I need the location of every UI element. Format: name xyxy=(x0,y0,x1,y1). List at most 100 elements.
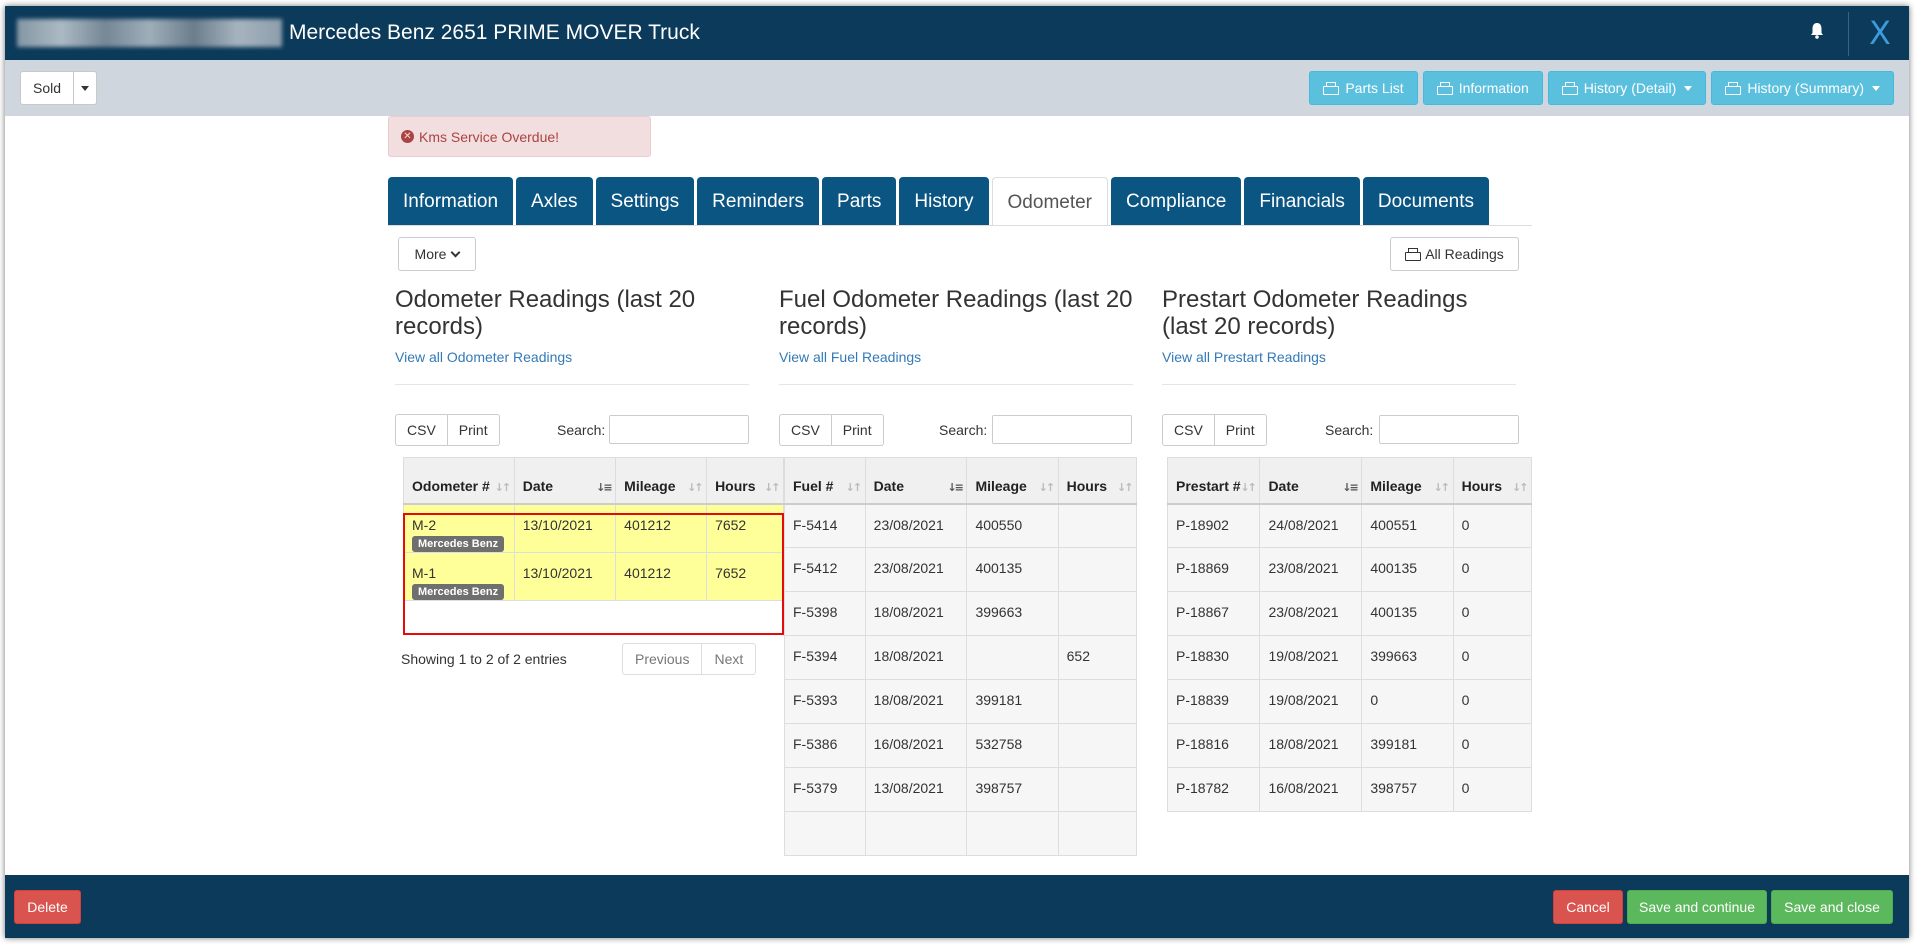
save-and-close-button[interactable]: Save and close xyxy=(1771,890,1893,924)
cell-value: 13/10/2021 xyxy=(522,564,593,581)
cell-value: F-5414 xyxy=(793,516,838,533)
tab-documents[interactable]: Documents xyxy=(1362,177,1489,226)
tab-odometer[interactable]: Odometer xyxy=(991,177,1109,226)
table-row[interactable]: F-5394 18/08/2021 652 xyxy=(784,635,1138,680)
cell-value: 652 xyxy=(1066,648,1090,664)
table-cell-date: 13/08/2021 xyxy=(864,767,968,812)
csv-button[interactable]: CSV xyxy=(1162,414,1215,446)
tab-compliance[interactable]: Compliance xyxy=(1111,177,1242,226)
button-label: History (Detail) xyxy=(1583,80,1677,96)
column-header-fuel[interactable]: Fuel # ↓↑ xyxy=(784,457,866,505)
table-cell-mileage: 399663 xyxy=(1361,635,1454,680)
table-row[interactable]: M-1 Mercedes Benz 13/10/2021 401212 7652 xyxy=(403,551,784,601)
table-row[interactable]: P-18830 19/08/2021 399663 0 xyxy=(1166,635,1533,680)
printer-icon xyxy=(1725,82,1742,95)
cell-value: 399181 xyxy=(975,692,1023,708)
column-label: Hours xyxy=(1461,477,1503,494)
cancel-button[interactable]: Cancel xyxy=(1553,890,1623,924)
column-header-mileage[interactable]: Mileage ↓↑ xyxy=(615,457,708,505)
table-header-row: Prestart # ↓↑ Date ↓≡ Mileage ↓↑ Hours ↓↑ xyxy=(1166,457,1533,505)
tab-axles[interactable]: Axles xyxy=(516,177,593,226)
column-label: Date xyxy=(522,477,554,494)
close-button[interactable]: X xyxy=(1869,14,1891,52)
fuel-search-input[interactable] xyxy=(992,415,1132,444)
search-label: Search: xyxy=(557,422,606,438)
status-dropdown[interactable]: Sold xyxy=(20,71,98,105)
prestart-search-input[interactable] xyxy=(1379,415,1519,444)
view-all-odometer-link[interactable]: View all Odometer Readings xyxy=(395,349,750,365)
view-all-fuel-link[interactable]: View all Fuel Readings xyxy=(779,349,1134,365)
bell-icon[interactable] xyxy=(1809,20,1825,42)
all-readings-button[interactable]: All Readings xyxy=(1390,237,1519,271)
table-row[interactable]: P-18816 18/08/2021 399181 0 xyxy=(1166,723,1533,768)
printer-icon xyxy=(1323,82,1340,95)
table-row[interactable]: F-5412 23/08/2021 400135 xyxy=(784,547,1138,592)
table-cell-hours: 0 xyxy=(1452,591,1533,636)
cell-value: P-18816 xyxy=(1176,736,1229,752)
cell-value: 23/08/2021 xyxy=(873,516,944,533)
table-row[interactable]: P-18782 16/08/2021 398757 0 xyxy=(1166,767,1533,812)
table-row[interactable]: F-5414 23/08/2021 400550 xyxy=(784,503,1138,548)
table-row[interactable]: F-5386 16/08/2021 532758 xyxy=(784,723,1138,768)
print-parts-list-button[interactable]: Parts List xyxy=(1309,71,1418,105)
print-button[interactable]: Print xyxy=(447,414,500,446)
column-header-prestart[interactable]: Prestart # ↓↑ xyxy=(1166,457,1261,505)
print-button[interactable]: Print xyxy=(831,414,884,446)
table-row[interactable]: F-5393 18/08/2021 399181 xyxy=(784,679,1138,724)
column-header-hours[interactable]: Hours ↓↑ xyxy=(1057,457,1138,505)
column-header-hours[interactable]: Hours ↓↑ xyxy=(1452,457,1533,505)
csv-button[interactable]: CSV xyxy=(779,414,832,446)
table-cell-mileage: 398757 xyxy=(1361,767,1454,812)
more-button[interactable]: More xyxy=(398,237,476,271)
table-cell-mileage: 400551 xyxy=(1361,503,1454,548)
column-header-odometer[interactable]: Odometer # ↓↑ xyxy=(403,457,515,505)
print-history-detail-button[interactable]: History (Detail) xyxy=(1547,71,1707,105)
fuel-table-tools: CSV Print Search: xyxy=(779,414,1134,446)
table-row[interactable]: P-18902 24/08/2021 400551 0 xyxy=(1166,503,1533,548)
print-information-button[interactable]: Information xyxy=(1422,71,1543,105)
table-row[interactable]: P-18869 23/08/2021 400135 0 xyxy=(1166,547,1533,592)
column-header-mileage[interactable]: Mileage ↓↑ xyxy=(966,457,1059,505)
column-header-hours[interactable]: Hours ↓↑ xyxy=(706,457,784,505)
save-and-continue-button[interactable]: Save and continue xyxy=(1627,890,1767,924)
app-window: Mercedes Benz 2651 PRIME MOVER Truck X S… xyxy=(5,6,1909,938)
table-row[interactable]: M-2 Mercedes Benz 13/10/2021 401212 7652 xyxy=(403,503,784,553)
column-header-date[interactable]: Date ↓≡ xyxy=(864,457,968,505)
table-cell-hours xyxy=(1057,723,1138,768)
previous-button[interactable]: Previous xyxy=(622,643,703,675)
odometer-search-input[interactable] xyxy=(609,415,749,444)
table-row[interactable] xyxy=(784,811,1138,856)
cell-value: P-18869 xyxy=(1176,560,1229,576)
table-row[interactable]: F-5379 13/08/2021 398757 xyxy=(784,767,1138,812)
cell-value: P-18782 xyxy=(1176,780,1229,796)
table-cell-hours: 0 xyxy=(1452,547,1533,592)
table-row[interactable]: F-5398 18/08/2021 399663 xyxy=(784,591,1138,636)
table-row[interactable]: P-18839 19/08/2021 0 0 xyxy=(1166,679,1533,724)
csv-button[interactable]: CSV xyxy=(395,414,448,446)
column-header-date[interactable]: Date ↓≡ xyxy=(1259,457,1363,505)
cell-value: 0 xyxy=(1461,692,1470,708)
column-label: Mileage xyxy=(1370,477,1422,494)
table-cell-date: 13/10/2021 xyxy=(513,503,617,553)
print-button[interactable]: Print xyxy=(1214,414,1267,446)
delete-button[interactable]: Delete xyxy=(14,890,81,924)
view-all-prestart-link[interactable]: View all Prestart Readings xyxy=(1162,349,1517,365)
column-header-date[interactable]: Date ↓≡ xyxy=(513,457,617,505)
print-history-summary-button[interactable]: History (Summary) xyxy=(1711,71,1894,105)
tab-information[interactable]: Information xyxy=(388,177,514,226)
tab-financials[interactable]: Financials xyxy=(1244,177,1360,226)
status-value[interactable]: Sold xyxy=(21,72,75,104)
table-row[interactable]: P-18867 23/08/2021 400135 0 xyxy=(1166,591,1533,636)
column-label: Prestart # xyxy=(1176,477,1241,494)
next-button[interactable]: Next xyxy=(702,643,757,675)
tab-reminders[interactable]: Reminders xyxy=(697,177,820,226)
table-cell-id: F-5412 xyxy=(784,547,866,592)
tab-parts[interactable]: Parts xyxy=(822,177,897,226)
tab-history[interactable]: History xyxy=(899,177,989,226)
print-button-group: Parts List Information History (Detail) His… xyxy=(1309,71,1894,105)
sort-icon: ↓↑ xyxy=(1240,480,1256,494)
chevron-down-icon[interactable] xyxy=(74,72,96,104)
column-header-mileage[interactable]: Mileage ↓↑ xyxy=(1361,457,1454,505)
cell-value: F-5398 xyxy=(793,604,838,620)
tab-settings[interactable]: Settings xyxy=(595,177,695,226)
